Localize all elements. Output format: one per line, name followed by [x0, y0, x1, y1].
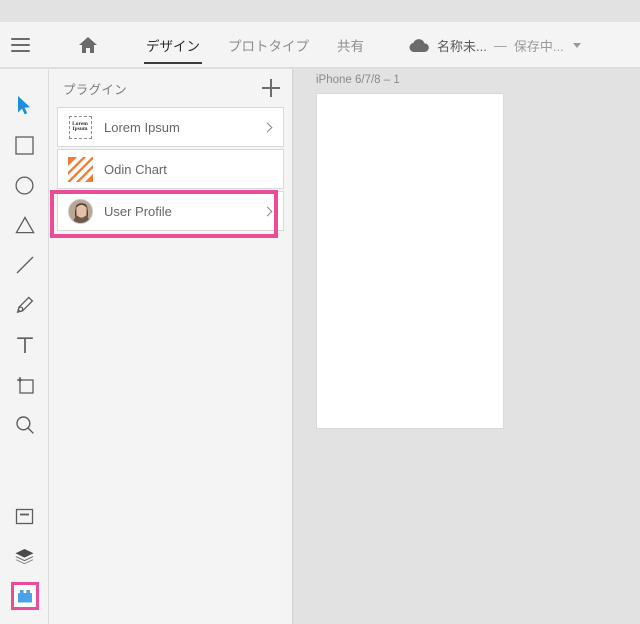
home-icon	[79, 36, 97, 53]
mode-tabs: デザイン プロトタイプ 共有	[132, 22, 378, 68]
chevron-right-icon[interactable]	[262, 206, 273, 216]
plugin-blocks-icon	[17, 589, 32, 602]
artboard-iphone-678-1[interactable]	[316, 93, 504, 429]
plugin-name-odin-chart: Odin Chart	[104, 161, 167, 177]
plugin-name-lorem-ipsum: Lorem Ipsum	[104, 119, 180, 135]
home-button[interactable]	[68, 22, 108, 68]
chevron-down-icon[interactable]	[572, 42, 581, 48]
text-t-icon	[16, 336, 33, 353]
odin-chart-striped-icon	[67, 156, 93, 182]
select-tool[interactable]	[0, 85, 49, 125]
plugin-list: Lorem Ipsum Lorem Ipsum Odin Chart User …	[49, 107, 292, 238]
xd-application-window: デザイン プロトタイプ 共有 名称未... — 保存中... プラグイン Lor…	[0, 0, 640, 624]
line-icon	[16, 256, 33, 274]
window-title-strip	[0, 0, 640, 22]
layers-panel-button[interactable]	[0, 536, 49, 576]
plugins-panel-header: プラグイン	[49, 69, 292, 107]
save-status-text: 保存中...	[513, 38, 564, 54]
plugin-name-user-profile: User Profile	[104, 203, 172, 219]
document-separator: —	[493, 37, 507, 53]
list-item-lorem-ipsum[interactable]: Lorem Ipsum Lorem Ipsum	[57, 107, 284, 147]
plugins-panel: プラグイン Lorem Ipsum Lorem Ipsum Odin Chart…	[49, 69, 293, 624]
tab-prototype[interactable]: プロトタイプ	[214, 22, 323, 68]
design-canvas[interactable]: iPhone 6/7/8 – 1	[294, 69, 640, 624]
list-item-odin-chart[interactable]: Odin Chart	[57, 149, 284, 189]
square-icon	[15, 135, 34, 155]
cloud-icon	[409, 38, 429, 52]
circle-icon	[15, 175, 34, 195]
pen-icon	[16, 295, 34, 313]
pen-tool[interactable]	[0, 285, 49, 325]
lorem-icon-line2: Ipsum	[72, 126, 88, 132]
text-tool[interactable]	[0, 325, 49, 365]
tool-rail-top-group	[0, 69, 48, 445]
user-avatar-icon	[67, 198, 93, 224]
panel-title: プラグイン	[63, 82, 128, 97]
polygon-tool[interactable]	[0, 205, 49, 245]
list-item-user-profile[interactable]: User Profile	[57, 191, 284, 231]
cursor-arrow-icon	[18, 95, 30, 114]
app-header: デザイン プロトタイプ 共有 名称未... — 保存中...	[0, 22, 640, 68]
tool-rail-bottom-group	[0, 496, 49, 616]
triangle-icon	[14, 216, 35, 234]
tab-design[interactable]: デザイン	[132, 22, 214, 68]
rectangle-tool[interactable]	[0, 125, 49, 165]
plugins-selected-highlight	[10, 582, 39, 610]
plugins-panel-button[interactable]	[0, 576, 49, 616]
magnifier-icon	[15, 416, 34, 434]
assets-panel-button[interactable]	[0, 496, 49, 536]
ellipse-tool[interactable]	[0, 165, 49, 205]
artboard-label[interactable]: iPhone 6/7/8 – 1	[316, 74, 400, 86]
line-tool[interactable]	[0, 245, 49, 285]
artboard-tool[interactable]	[0, 365, 49, 405]
lorem-ipsum-icon: Lorem Ipsum	[67, 114, 93, 140]
chevron-right-icon[interactable]	[262, 122, 273, 132]
hamburger-icon	[10, 37, 30, 52]
artboard-icon	[16, 377, 34, 394]
zoom-tool[interactable]	[0, 405, 49, 445]
tool-rail	[0, 69, 49, 624]
document-status[interactable]: 名称未... — 保存中...	[408, 22, 581, 68]
menu-button[interactable]	[0, 22, 40, 68]
panel-icon	[15, 508, 34, 524]
avatar-photo	[68, 199, 92, 223]
tab-share[interactable]: 共有	[323, 22, 378, 68]
layers-icon	[15, 548, 34, 564]
plus-icon[interactable]	[262, 79, 280, 97]
document-title: 名称未...	[437, 38, 487, 54]
